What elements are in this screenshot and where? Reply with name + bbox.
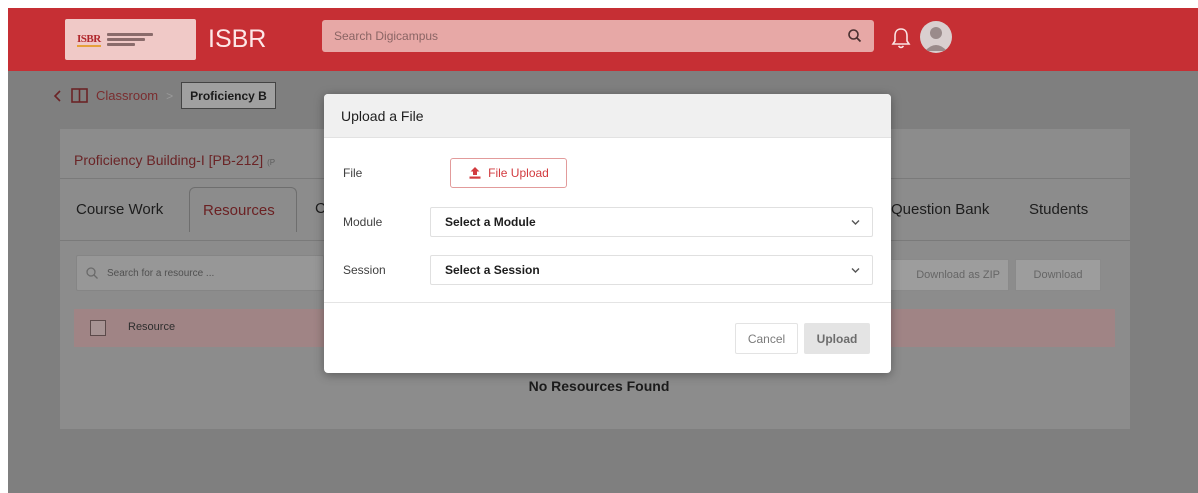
back-chevron-icon[interactable] xyxy=(53,89,63,102)
chevron-down-icon xyxy=(851,268,860,273)
book-icon xyxy=(71,88,88,103)
course-title-text: Proficiency Building-I [PB-212] xyxy=(74,152,264,168)
breadcrumb-current[interactable]: Proficiency B xyxy=(181,82,276,109)
upload-button[interactable]: Upload xyxy=(804,323,870,354)
module-label: Module xyxy=(343,215,383,229)
global-search xyxy=(322,20,874,52)
dialog-title: Upload a File xyxy=(324,94,891,138)
breadcrumb-separator: > xyxy=(166,88,174,103)
empty-message: No Resources Found xyxy=(528,378,670,394)
search-icon xyxy=(86,267,98,279)
file-upload-label: File Upload xyxy=(488,166,549,180)
tab-course-work[interactable]: Course Work xyxy=(76,201,163,218)
module-select-value: Select a Module xyxy=(445,215,536,229)
select-all-checkbox[interactable] xyxy=(90,320,106,336)
session-label: Session xyxy=(343,263,386,277)
course-code-tag: (P xyxy=(267,158,276,167)
download-zip-button[interactable]: Download as ZIP xyxy=(886,259,1009,291)
logo-text: ISBR xyxy=(77,32,101,47)
course-title: Proficiency Building-I [PB-212] (P xyxy=(74,152,275,168)
session-select-value: Select a Session xyxy=(445,263,540,277)
tab-question-bank[interactable]: Question Bank xyxy=(891,201,989,218)
breadcrumb-classroom[interactable]: Classroom xyxy=(96,88,158,103)
upload-file-dialog: Upload a File File File Upload Module Se… xyxy=(324,94,891,373)
tab-resources[interactable]: Resources xyxy=(189,187,297,232)
bell-icon[interactable] xyxy=(890,25,912,51)
brand-name: ISBR xyxy=(208,25,267,53)
file-upload-button[interactable]: File Upload xyxy=(450,158,567,188)
isbr-logo[interactable]: ISBR xyxy=(65,19,196,60)
global-search-input[interactable] xyxy=(322,20,874,52)
resource-search xyxy=(76,255,324,291)
avatar[interactable] xyxy=(920,21,952,53)
download-button[interactable]: Download xyxy=(1015,259,1101,291)
cancel-button[interactable]: Cancel xyxy=(735,323,798,354)
tab-students[interactable]: Students xyxy=(1029,201,1088,218)
session-select[interactable]: Select a Session xyxy=(430,255,873,285)
search-icon[interactable] xyxy=(846,27,864,45)
upload-icon xyxy=(469,167,481,179)
breadcrumb: Classroom > Proficiency B xyxy=(53,82,276,109)
chevron-down-icon xyxy=(851,220,860,225)
top-bar: ISBR ISBR xyxy=(8,8,1198,71)
user-avatar-icon xyxy=(925,27,947,51)
module-select[interactable]: Select a Module xyxy=(430,207,873,237)
divider xyxy=(324,302,891,303)
column-resource: Resource xyxy=(128,321,176,333)
file-label: File xyxy=(343,166,363,180)
logo-lines xyxy=(106,33,153,46)
resource-search-input[interactable] xyxy=(107,267,297,279)
